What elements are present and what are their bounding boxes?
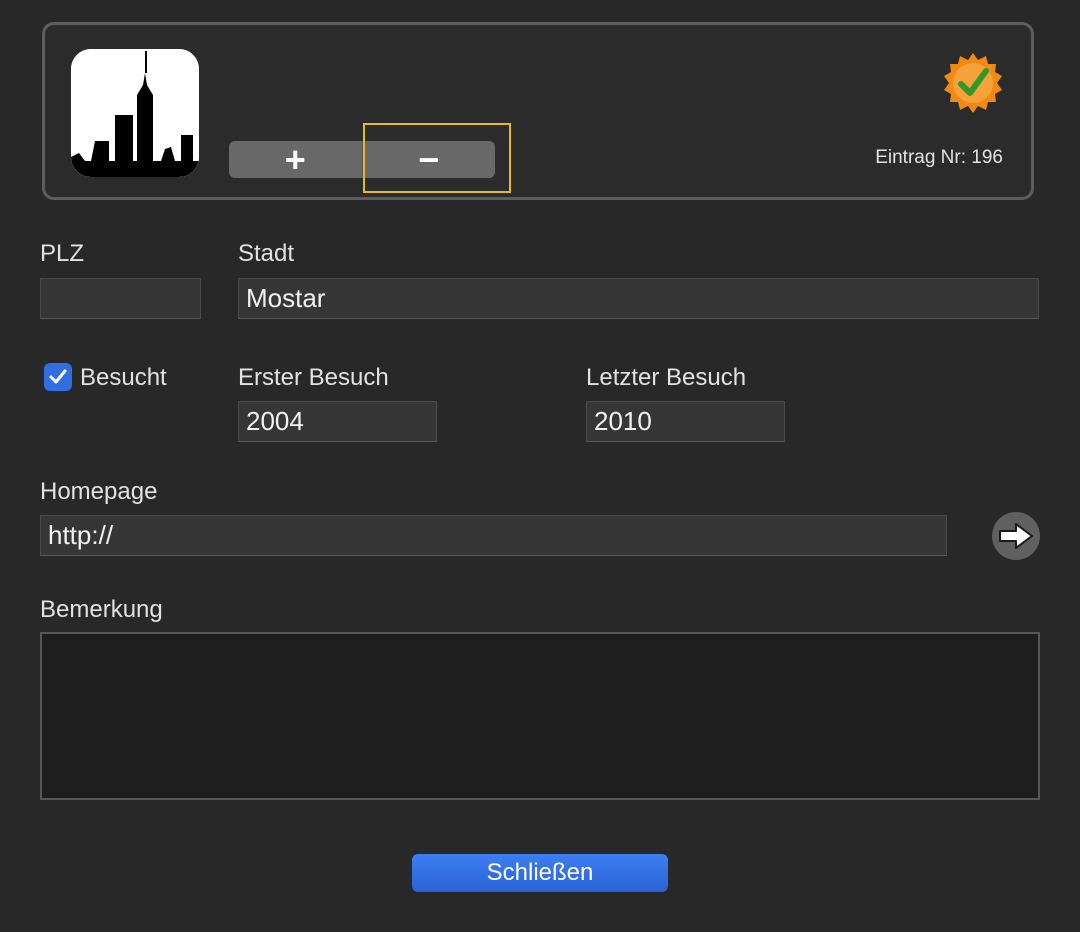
arrow-right-icon bbox=[999, 523, 1033, 549]
homepage-field[interactable]: http:// bbox=[40, 515, 947, 556]
besucht-checkbox[interactable] bbox=[44, 363, 72, 391]
add-remove-segmented-control: + − bbox=[229, 141, 495, 178]
letzter-besuch-label: Letzter Besuch bbox=[586, 364, 747, 391]
add-entry-button[interactable]: + bbox=[229, 141, 362, 178]
erster-besuch-field[interactable]: 2004 bbox=[238, 401, 437, 442]
open-homepage-button[interactable] bbox=[992, 512, 1040, 560]
close-button[interactable]: Schließen bbox=[412, 854, 668, 892]
homepage-label: Homepage bbox=[40, 478, 158, 505]
plz-field[interactable] bbox=[40, 278, 201, 319]
bemerkung-textarea[interactable] bbox=[40, 632, 1040, 800]
erster-besuch-label: Erster Besuch bbox=[238, 364, 389, 391]
entry-number-label: Eintrag Nr: 196 bbox=[875, 147, 1003, 168]
city-entry-window: + − Eintrag Nr: 196 PLZ Stadt Mostar Bes… bbox=[0, 0, 1080, 932]
bemerkung-label: Bemerkung bbox=[40, 596, 163, 623]
verified-badge-icon bbox=[941, 51, 1005, 115]
stadt-label: Stadt bbox=[238, 240, 295, 267]
besucht-label: Besucht bbox=[80, 364, 167, 391]
entry-header-panel: + − Eintrag Nr: 196 bbox=[42, 22, 1034, 200]
plz-label: PLZ bbox=[40, 240, 85, 267]
stadt-field[interactable]: Mostar bbox=[238, 278, 1039, 319]
checkmark-icon bbox=[49, 369, 67, 384]
city-skyline-icon bbox=[71, 49, 199, 177]
letzter-besuch-field[interactable]: 2010 bbox=[586, 401, 785, 442]
remove-entry-button[interactable]: − bbox=[361, 141, 496, 178]
